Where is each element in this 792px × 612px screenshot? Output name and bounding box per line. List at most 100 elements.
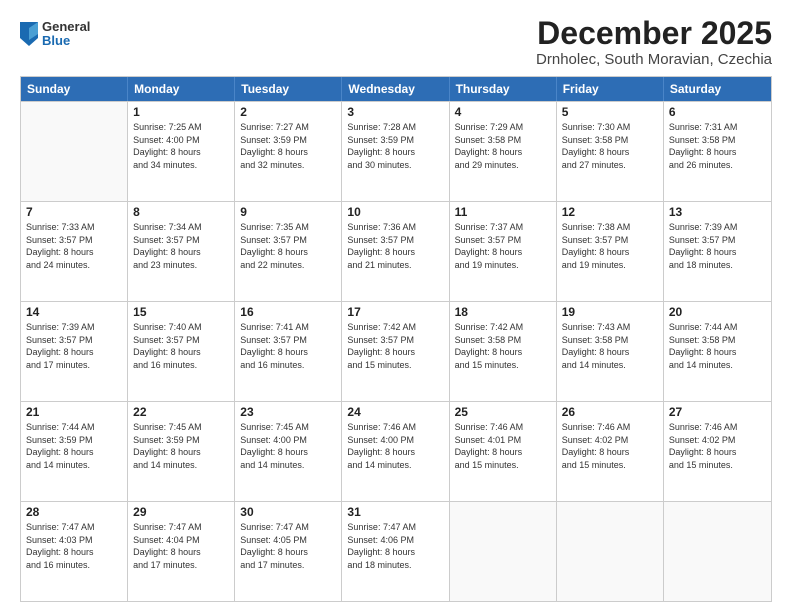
cell-info: Sunrise: 7:36 AM Sunset: 3:57 PM Dayligh… bbox=[347, 221, 443, 271]
header-day-saturday: Saturday bbox=[664, 77, 771, 101]
day-cell-27: 27 Sunrise: 7:46 AM Sunset: 4:02 PM Dayli… bbox=[664, 402, 771, 501]
day-number: 11 bbox=[455, 205, 551, 219]
day-cell-16: 16Sunrise: 7:41 AM Sunset: 3:57 PM Dayli… bbox=[235, 302, 342, 401]
cell-info: Sunrise: 7:45 AM Sunset: 4:00 PM Dayligh… bbox=[240, 421, 336, 471]
day-cell-15: 15 Sunrise: 7:40 AM Sunset: 3:57 PM Dayli… bbox=[128, 302, 235, 401]
logo-general-text: General bbox=[42, 20, 90, 34]
cell-info: Sunrise: 7:31 AM Sunset: 3:58 PM Dayligh… bbox=[669, 121, 766, 171]
day-number: 31 bbox=[347, 505, 443, 519]
day-number: 26 bbox=[562, 405, 658, 419]
day-cell-1: 1 Sunrise: 7:25 AM Sunset: 4:00 PM Daylig… bbox=[128, 102, 235, 201]
day-number: 3 bbox=[347, 105, 443, 119]
cell-info: Sunrise: 7:46 AM Sunset: 4:02 PM Dayligh… bbox=[669, 421, 766, 471]
day-cell-12: 12 Sunrise: 7:38 AM Sunset: 3:57 PM Dayli… bbox=[557, 202, 664, 301]
day-number: 27 bbox=[669, 405, 766, 419]
day-cell-10: 10 Sunrise: 7:36 AM Sunset: 3:57 PM Dayli… bbox=[342, 202, 449, 301]
cell-info: Sunrise: 7:35 AM Sunset: 3:57 PM Dayligh… bbox=[240, 221, 336, 271]
day-number: 1 bbox=[133, 105, 229, 119]
week-row-3: 14 Sunrise: 7:39 AM Sunset: 3:57 PM Dayli… bbox=[21, 301, 771, 401]
day-cell-9: 9Sunrise: 7:35 AM Sunset: 3:57 PM Daylig… bbox=[235, 202, 342, 301]
page: General Blue December 2025 Drnholec, Sou… bbox=[0, 0, 792, 612]
cell-info: Sunrise: 7:34 AM Sunset: 3:57 PM Dayligh… bbox=[133, 221, 229, 271]
day-number: 14 bbox=[26, 305, 122, 319]
cell-info: Sunrise: 7:47 AM Sunset: 4:05 PM Dayligh… bbox=[240, 521, 336, 571]
day-cell-13: 13 Sunrise: 7:39 AM Sunset: 3:57 PM Dayli… bbox=[664, 202, 771, 301]
day-number: 29 bbox=[133, 505, 229, 519]
cell-info: Sunrise: 7:41 AM Sunset: 3:57 PM Dayligh… bbox=[240, 321, 336, 371]
header-day-monday: Monday bbox=[128, 77, 235, 101]
cell-info: Sunrise: 7:44 AM Sunset: 3:59 PM Dayligh… bbox=[26, 421, 122, 471]
day-number: 15 bbox=[133, 305, 229, 319]
cell-info: Sunrise: 7:46 AM Sunset: 4:02 PM Dayligh… bbox=[562, 421, 658, 471]
day-cell-14: 14 Sunrise: 7:39 AM Sunset: 3:57 PM Dayli… bbox=[21, 302, 128, 401]
day-cell-7: 7 Sunrise: 7:33 AM Sunset: 3:57 PM Daylig… bbox=[21, 202, 128, 301]
day-cell-20: 20 Sunrise: 7:44 AM Sunset: 3:58 PM Dayli… bbox=[664, 302, 771, 401]
day-cell-24: 24 Sunrise: 7:46 AM Sunset: 4:00 PM Dayli… bbox=[342, 402, 449, 501]
day-number: 30 bbox=[240, 505, 336, 519]
cell-info: Sunrise: 7:46 AM Sunset: 4:00 PM Dayligh… bbox=[347, 421, 443, 471]
day-number: 17 bbox=[347, 305, 443, 319]
cell-info: Sunrise: 7:33 AM Sunset: 3:57 PM Dayligh… bbox=[26, 221, 122, 271]
day-number: 28 bbox=[26, 505, 122, 519]
day-number: 18 bbox=[455, 305, 551, 319]
calendar-title: December 2025 bbox=[536, 16, 772, 51]
day-number: 24 bbox=[347, 405, 443, 419]
day-number: 20 bbox=[669, 305, 766, 319]
cell-info: Sunrise: 7:47 AM Sunset: 4:06 PM Dayligh… bbox=[347, 521, 443, 571]
cell-info: Sunrise: 7:39 AM Sunset: 3:57 PM Dayligh… bbox=[26, 321, 122, 371]
week-row-5: 28 Sunrise: 7:47 AM Sunset: 4:03 PM Dayli… bbox=[21, 501, 771, 601]
logo-text: General Blue bbox=[42, 20, 90, 49]
cell-info: Sunrise: 7:46 AM Sunset: 4:01 PM Dayligh… bbox=[455, 421, 551, 471]
day-cell-5: 5 Sunrise: 7:30 AM Sunset: 3:58 PM Daylig… bbox=[557, 102, 664, 201]
week-row-1: 1 Sunrise: 7:25 AM Sunset: 4:00 PM Daylig… bbox=[21, 101, 771, 201]
day-cell-28: 28 Sunrise: 7:47 AM Sunset: 4:03 PM Dayli… bbox=[21, 502, 128, 601]
cell-info: Sunrise: 7:47 AM Sunset: 4:04 PM Dayligh… bbox=[133, 521, 229, 571]
day-cell-11: 11 Sunrise: 7:37 AM Sunset: 3:57 PM Dayli… bbox=[450, 202, 557, 301]
day-number: 5 bbox=[562, 105, 658, 119]
cell-info: Sunrise: 7:47 AM Sunset: 4:03 PM Dayligh… bbox=[26, 521, 122, 571]
calendar: SundayMondayTuesdayWednesdayThursdayFrid… bbox=[20, 76, 772, 602]
day-number: 12 bbox=[562, 205, 658, 219]
day-cell-23: 23Sunrise: 7:45 AM Sunset: 4:00 PM Dayli… bbox=[235, 402, 342, 501]
day-number: 2 bbox=[240, 105, 336, 119]
cell-info: Sunrise: 7:37 AM Sunset: 3:57 PM Dayligh… bbox=[455, 221, 551, 271]
day-number: 7 bbox=[26, 205, 122, 219]
day-cell-18: 18 Sunrise: 7:42 AM Sunset: 3:58 PM Dayli… bbox=[450, 302, 557, 401]
header-day-friday: Friday bbox=[557, 77, 664, 101]
cell-info: Sunrise: 7:38 AM Sunset: 3:57 PM Dayligh… bbox=[562, 221, 658, 271]
day-number: 10 bbox=[347, 205, 443, 219]
day-cell-8: 8Sunrise: 7:34 AM Sunset: 3:57 PM Daylig… bbox=[128, 202, 235, 301]
day-cell-2: 2 Sunrise: 7:27 AM Sunset: 3:59 PM Daylig… bbox=[235, 102, 342, 201]
day-cell-empty bbox=[21, 102, 128, 201]
day-cell-25: 25Sunrise: 7:46 AM Sunset: 4:01 PM Dayli… bbox=[450, 402, 557, 501]
day-cell-31: 31 Sunrise: 7:47 AM Sunset: 4:06 PM Dayli… bbox=[342, 502, 449, 601]
day-cell-30: 30 Sunrise: 7:47 AM Sunset: 4:05 PM Dayli… bbox=[235, 502, 342, 601]
week-row-2: 7 Sunrise: 7:33 AM Sunset: 3:57 PM Daylig… bbox=[21, 201, 771, 301]
day-number: 4 bbox=[455, 105, 551, 119]
day-number: 13 bbox=[669, 205, 766, 219]
header-day-tuesday: Tuesday bbox=[235, 77, 342, 101]
header-day-wednesday: Wednesday bbox=[342, 77, 449, 101]
day-number: 21 bbox=[26, 405, 122, 419]
header: General Blue December 2025 Drnholec, Sou… bbox=[20, 16, 772, 68]
day-cell-6: 6 Sunrise: 7:31 AM Sunset: 3:58 PM Daylig… bbox=[664, 102, 771, 201]
day-cell-19: 19Sunrise: 7:43 AM Sunset: 3:58 PM Dayli… bbox=[557, 302, 664, 401]
cell-info: Sunrise: 7:27 AM Sunset: 3:59 PM Dayligh… bbox=[240, 121, 336, 171]
cell-info: Sunrise: 7:25 AM Sunset: 4:00 PM Dayligh… bbox=[133, 121, 229, 171]
day-cell-empty bbox=[557, 502, 664, 601]
cell-info: Sunrise: 7:40 AM Sunset: 3:57 PM Dayligh… bbox=[133, 321, 229, 371]
cell-info: Sunrise: 7:45 AM Sunset: 3:59 PM Dayligh… bbox=[133, 421, 229, 471]
logo-icon bbox=[20, 22, 38, 46]
cell-info: Sunrise: 7:44 AM Sunset: 3:58 PM Dayligh… bbox=[669, 321, 766, 371]
cell-info: Sunrise: 7:42 AM Sunset: 3:58 PM Dayligh… bbox=[455, 321, 551, 371]
week-row-4: 21 Sunrise: 7:44 AM Sunset: 3:59 PM Dayli… bbox=[21, 401, 771, 501]
cell-info: Sunrise: 7:39 AM Sunset: 3:57 PM Dayligh… bbox=[669, 221, 766, 271]
header-day-sunday: Sunday bbox=[21, 77, 128, 101]
cell-info: Sunrise: 7:30 AM Sunset: 3:58 PM Dayligh… bbox=[562, 121, 658, 171]
header-day-thursday: Thursday bbox=[450, 77, 557, 101]
logo: General Blue bbox=[20, 20, 90, 49]
title-block: December 2025 Drnholec, South Moravian, … bbox=[536, 16, 772, 68]
day-cell-4: 4Sunrise: 7:29 AM Sunset: 3:58 PM Daylig… bbox=[450, 102, 557, 201]
logo-blue-text: Blue bbox=[42, 34, 90, 48]
day-number: 6 bbox=[669, 105, 766, 119]
